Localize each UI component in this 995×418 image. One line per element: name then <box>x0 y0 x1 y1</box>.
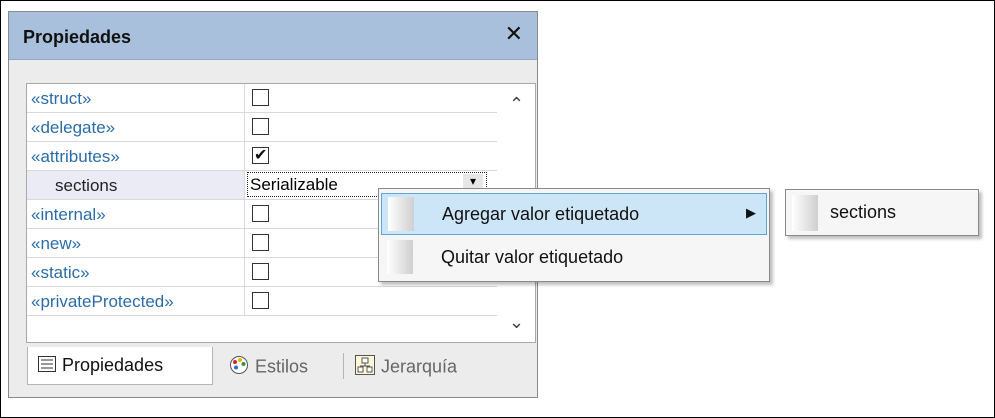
context-menu: Agregar valor etiquetado ▶ Quitar valor … <box>378 188 770 282</box>
submenu-item-sections[interactable]: sections <box>830 202 896 223</box>
table-row[interactable]: «attributes» ✔ <box>27 142 497 171</box>
tagged-value-name: sections <box>27 171 245 199</box>
property-checkbox[interactable] <box>252 292 269 309</box>
tab-propiedades[interactable]: Propiedades <box>27 347 213 385</box>
menu-item-label: Agregar valor etiquetado <box>442 204 640 224</box>
tab-label: Propiedades <box>62 355 164 375</box>
property-checkbox-checked[interactable]: ✔ <box>252 145 269 164</box>
property-checkbox[interactable] <box>252 263 269 280</box>
panel-header: Propiedades ✕ <box>9 12 537 60</box>
property-checkbox[interactable] <box>252 234 269 251</box>
menu-item-remove-tagged-value[interactable]: Quitar valor etiquetado <box>381 237 767 279</box>
tab-label: Jerarquía <box>381 356 458 377</box>
tab-separator <box>343 353 344 379</box>
property-name: «attributes» <box>27 142 245 170</box>
palette-icon <box>229 355 249 380</box>
table-row[interactable]: «struct» <box>27 84 497 113</box>
property-name: «privateProtected» <box>27 287 245 315</box>
table-row[interactable]: «privateProtected» <box>27 287 497 316</box>
property-checkbox[interactable] <box>252 205 269 222</box>
close-icon[interactable]: ✕ <box>505 24 523 46</box>
tab-label: Estilos <box>255 356 309 377</box>
properties-icon <box>38 355 56 377</box>
check-icon: ✔ <box>254 145 268 164</box>
property-checkbox[interactable] <box>252 118 269 135</box>
chevron-up-icon[interactable]: ⌃ <box>509 94 524 115</box>
menu-item-label: Quitar valor etiquetado <box>441 247 624 267</box>
tab-jerarquia[interactable]: Jerarquía <box>351 347 491 385</box>
property-name: «static» <box>27 258 245 286</box>
property-name: «delegate» <box>27 113 245 141</box>
panel-title: Propiedades <box>23 27 132 47</box>
menu-item-add-tagged-value[interactable]: Agregar valor etiquetado ▶ <box>381 193 767 235</box>
table-row[interactable]: «delegate» <box>27 113 497 142</box>
property-name: «new» <box>27 229 245 257</box>
property-checkbox[interactable] <box>252 89 269 106</box>
hierarchy-icon <box>355 355 375 380</box>
property-name: «struct» <box>27 84 245 112</box>
submenu-arrow-icon: ▶ <box>746 206 756 221</box>
submenu: sections <box>785 189 979 236</box>
tab-estilos[interactable]: Estilos <box>221 347 339 385</box>
chevron-down-icon[interactable]: ⌄ <box>509 312 524 333</box>
property-name: «internal» <box>27 200 245 228</box>
panel-tabs: Propiedades Estilos Jerarquía <box>21 347 531 387</box>
